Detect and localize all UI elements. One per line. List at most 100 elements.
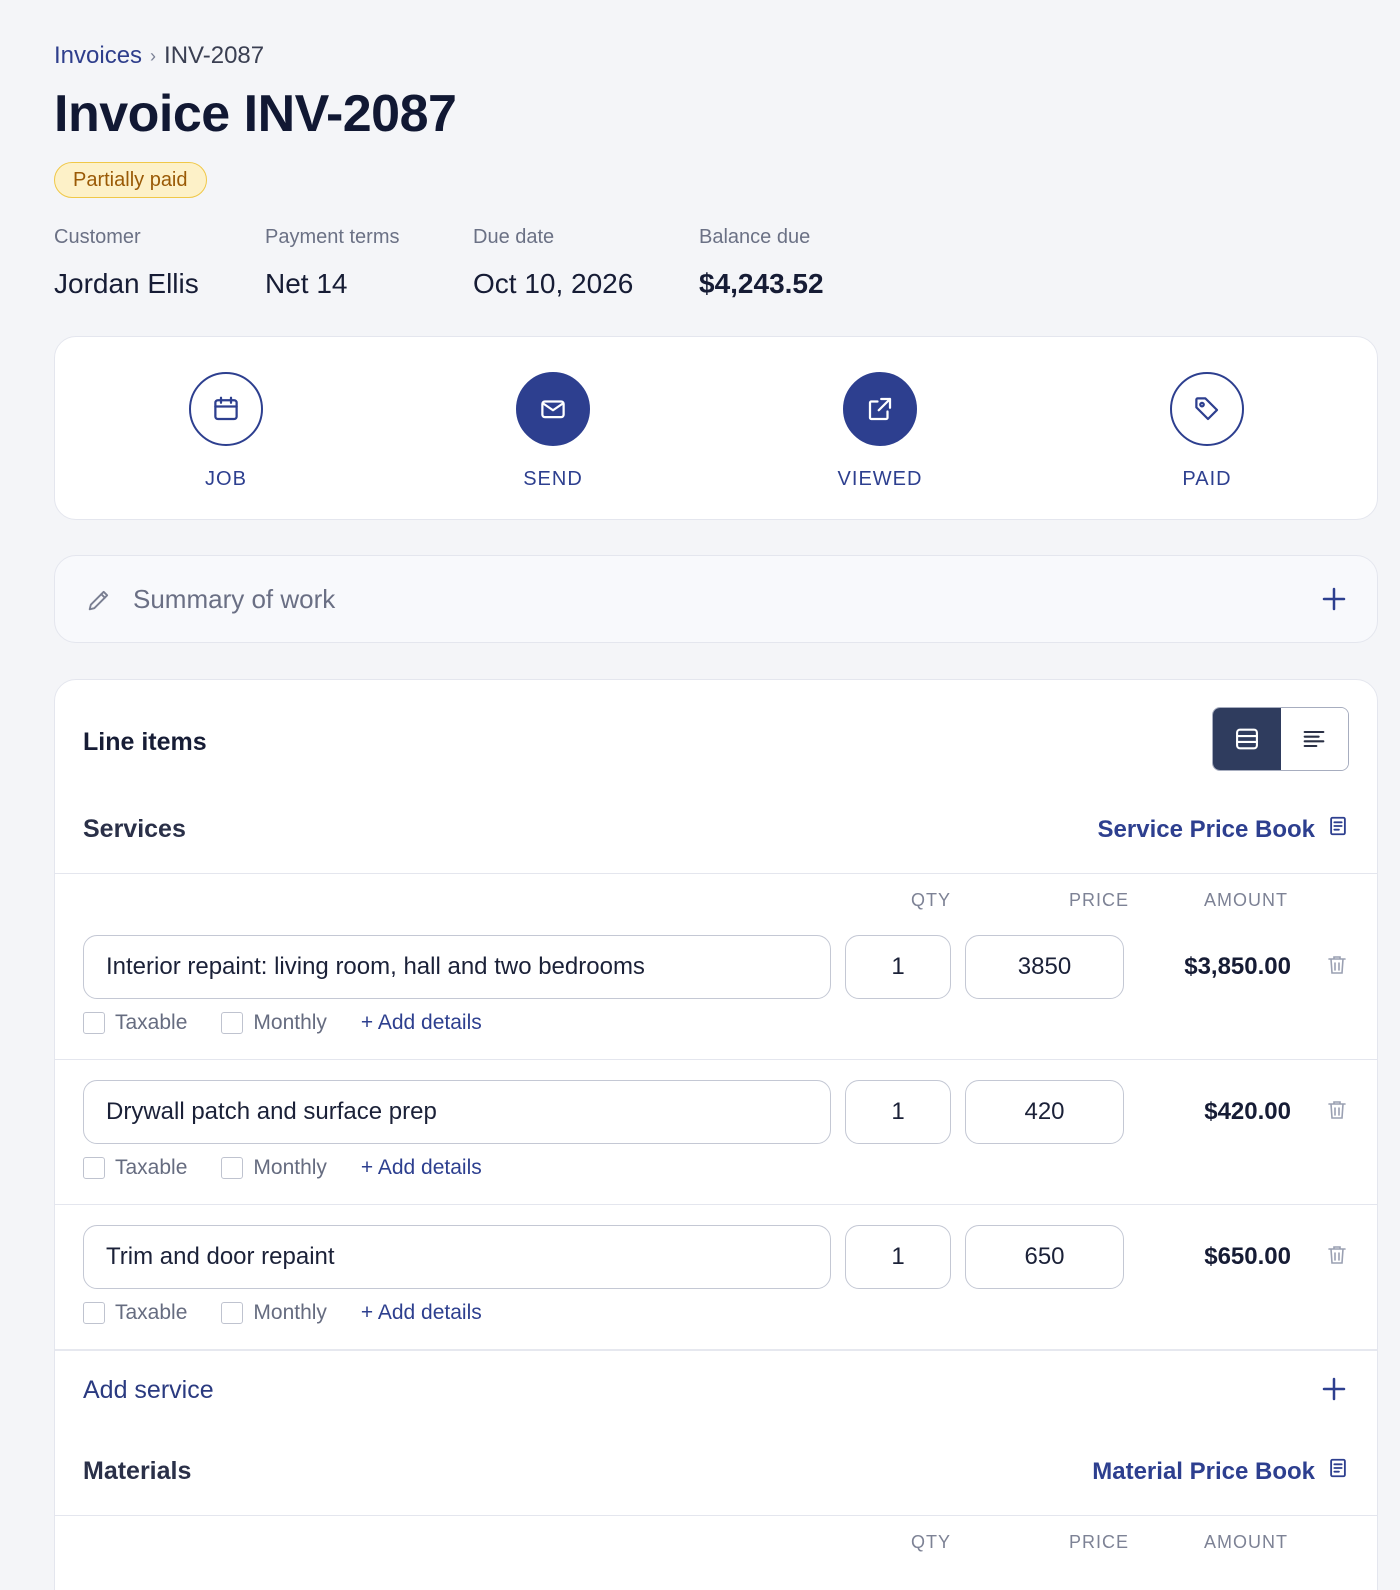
taxable-label: Taxable [115, 1156, 188, 1179]
service-qty-input[interactable]: 1 [845, 1080, 951, 1144]
checkbox-box[interactable] [221, 1012, 244, 1034]
service-description-input[interactable]: Trim and door repaint [83, 1225, 831, 1289]
service-options: Taxable Monthly + Add details [83, 1301, 482, 1325]
service-amount: $420.00 [1204, 1098, 1291, 1125]
divider [55, 1204, 1377, 1205]
service-description-input[interactable]: Interior repaint: living room, hall and … [83, 935, 831, 999]
service-price-input[interactable]: 420 [965, 1080, 1124, 1144]
material-price-book-link[interactable]: Material Price Book [1092, 1457, 1349, 1486]
book-icon [1327, 1457, 1349, 1486]
plus-icon[interactable] [1319, 1374, 1349, 1409]
invoice-meta: Customer Jordan Ellis Payment terms Net … [54, 226, 919, 300]
step-viewed[interactable]: VIEWED [800, 372, 960, 491]
service-price-input[interactable]: 3850 [965, 935, 1124, 999]
taxable-label: Taxable [115, 1011, 188, 1034]
list-view-icon[interactable] [1280, 708, 1348, 770]
meta-label: Customer [54, 226, 141, 248]
customer-name[interactable]: Jordan Ellis [54, 268, 265, 300]
materials-column-headers: QTY PRICE AMOUNT [55, 1532, 1377, 1556]
monthly-label: Monthly [253, 1301, 327, 1324]
service-amount: $650.00 [1204, 1243, 1291, 1270]
column-amount: AMOUNT [1204, 1532, 1288, 1552]
service-price-book-label: Service Price Book [1097, 815, 1315, 843]
service-price-book-link[interactable]: Service Price Book [1098, 815, 1349, 844]
due-date-value: Oct 10, 2026 [473, 268, 634, 299]
column-qty: QTY [911, 1532, 952, 1552]
step-label: SEND [523, 468, 583, 490]
line-items-title: Line items [83, 728, 207, 756]
add-details-link[interactable]: + Add details [361, 1301, 482, 1325]
meta-due-date: Due date Oct 10, 2026 [473, 226, 699, 300]
monthly-label: Monthly [253, 1011, 327, 1034]
breadcrumb: Invoices › INV-2087 [54, 42, 264, 70]
column-price: PRICE [1069, 1532, 1130, 1552]
column-price: PRICE [1069, 890, 1130, 910]
taxable-label: Taxable [115, 1301, 188, 1324]
divider [55, 873, 1377, 874]
taxable-checkbox[interactable]: Taxable [83, 1011, 187, 1035]
services-column-headers: QTY PRICE AMOUNT [55, 890, 1377, 914]
service-description-input[interactable]: Drywall patch and surface prep [83, 1080, 831, 1144]
checkbox-box[interactable] [83, 1157, 105, 1179]
summary-placeholder: Summary of work [133, 584, 336, 614]
trash-icon[interactable] [1325, 1098, 1349, 1127]
checkbox-box[interactable] [221, 1157, 244, 1179]
divider [55, 1059, 1377, 1060]
taxable-checkbox[interactable]: Taxable [83, 1156, 187, 1180]
add-service-button[interactable]: Add service [83, 1376, 214, 1405]
summary-of-work[interactable]: Summary of work [54, 555, 1378, 643]
trash-icon[interactable] [1325, 1243, 1349, 1272]
book-icon [1327, 815, 1349, 844]
add-details-link[interactable]: + Add details [361, 1011, 482, 1035]
view-toggle [1212, 707, 1349, 771]
column-amount: AMOUNT [1204, 890, 1288, 910]
payment-terms-value: Net 14 [265, 268, 348, 299]
materials-header: Materials Material Price Book [55, 1457, 1377, 1517]
invoice-progress-card: JOB SEND VIEWED PAID [54, 336, 1378, 520]
materials-title: Materials [83, 1457, 192, 1485]
line-items-card: Line items Services Service Price Book Q… [54, 679, 1378, 1590]
service-qty-input[interactable]: 1 [845, 935, 951, 999]
checkbox-box[interactable] [83, 1302, 105, 1324]
tag-icon [1170, 372, 1244, 446]
monthly-checkbox[interactable]: Monthly [221, 1011, 327, 1035]
balance-due-value: $4,243.52 [699, 268, 824, 299]
divider [55, 1515, 1377, 1516]
checkbox-box[interactable] [221, 1302, 244, 1324]
checkbox-box[interactable] [83, 1012, 105, 1034]
step-paid[interactable]: PAID [1127, 372, 1287, 491]
step-label: VIEWED [837, 468, 923, 490]
breadcrumb-separator: › [150, 45, 157, 66]
column-qty: QTY [911, 890, 952, 910]
meta-label: Due date [473, 226, 555, 248]
external-link-icon [843, 372, 917, 446]
taxable-checkbox[interactable]: Taxable [83, 1301, 187, 1325]
plus-icon[interactable] [1319, 584, 1349, 619]
meta-payment-terms: Payment terms Net 14 [265, 226, 473, 300]
calendar-icon [189, 372, 263, 446]
services-title: Services [83, 815, 186, 843]
meta-label: Balance due [699, 226, 811, 248]
page-title: Invoice INV-2087 [54, 85, 457, 143]
step-send[interactable]: SEND [473, 372, 633, 491]
service-options: Taxable Monthly + Add details [83, 1156, 482, 1180]
divider [55, 1349, 1377, 1351]
monthly-checkbox[interactable]: Monthly [221, 1156, 327, 1180]
add-details-link[interactable]: + Add details [361, 1156, 482, 1180]
step-label: JOB [205, 468, 247, 490]
service-options: Taxable Monthly + Add details [83, 1011, 482, 1035]
service-price-input[interactable]: 650 [965, 1225, 1124, 1289]
pencil-icon [85, 586, 113, 619]
material-price-book-label: Material Price Book [1092, 1457, 1315, 1485]
meta-label: Payment terms [265, 226, 400, 248]
card-view-icon[interactable] [1213, 708, 1281, 770]
monthly-checkbox[interactable]: Monthly [221, 1301, 327, 1325]
meta-balance-due: Balance due $4,243.52 [699, 226, 919, 300]
trash-icon[interactable] [1325, 953, 1349, 982]
breadcrumb-current: INV-2087 [164, 42, 265, 69]
service-qty-input[interactable]: 1 [845, 1225, 951, 1289]
mail-icon [516, 372, 590, 446]
step-job[interactable]: JOB [146, 372, 306, 491]
breadcrumb-invoices-link[interactable]: Invoices [54, 42, 142, 70]
status-badge: Partially paid [54, 162, 207, 198]
